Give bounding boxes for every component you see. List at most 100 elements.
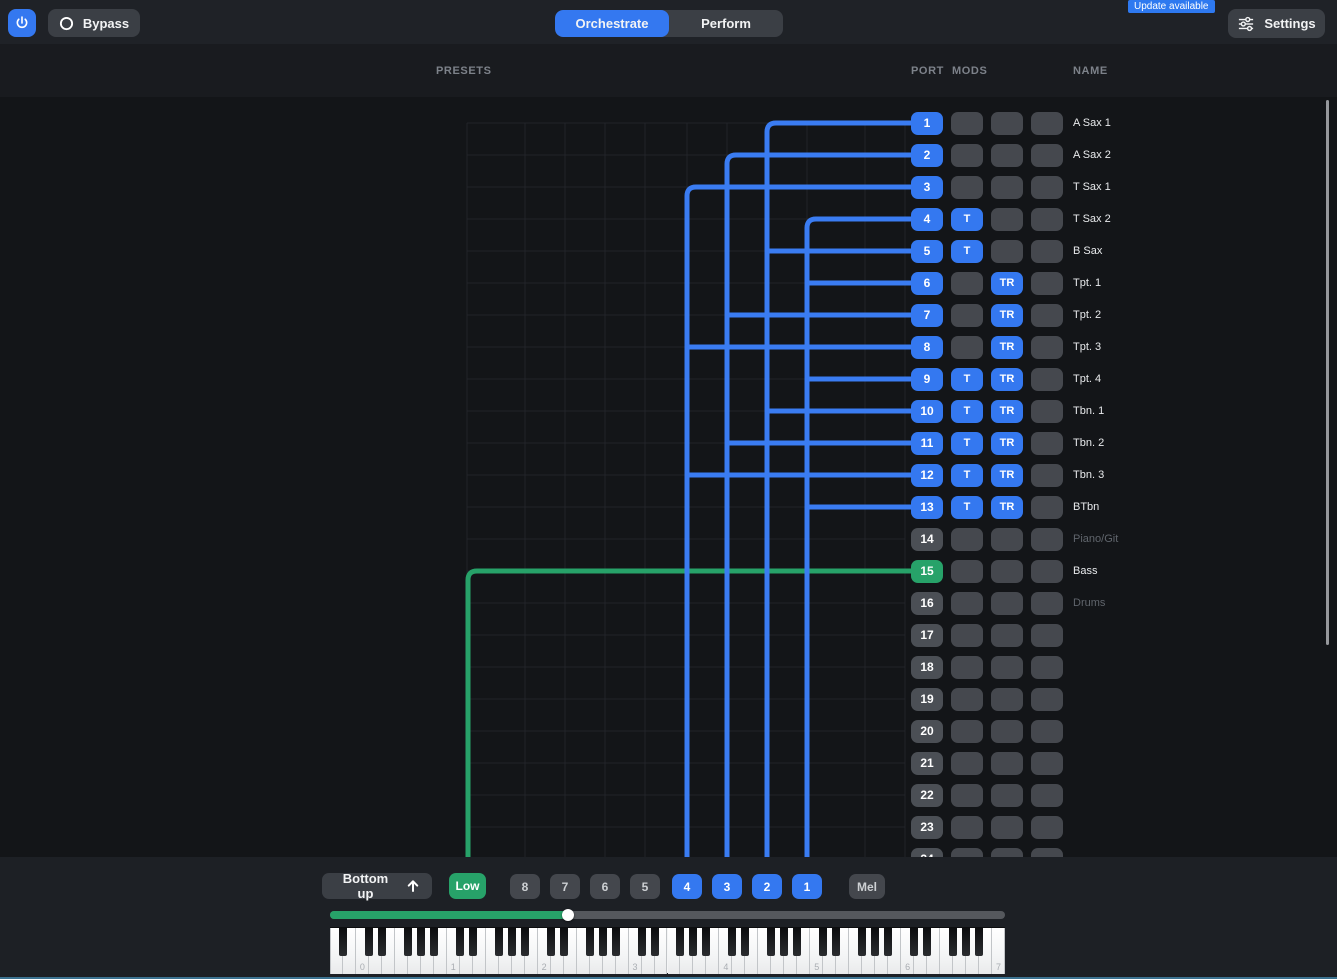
piano-black-key[interactable] <box>508 928 516 956</box>
port-number-badge[interactable]: 11 <box>911 432 943 455</box>
routing-line-zone-low[interactable] <box>468 571 916 857</box>
piano-black-key[interactable] <box>339 928 347 956</box>
mod-slot-empty[interactable] <box>991 720 1023 743</box>
tab-orchestrate[interactable]: Orchestrate <box>555 10 669 37</box>
keyboard-range-slider[interactable] <box>330 911 1005 919</box>
mod-slot-empty[interactable] <box>951 144 983 167</box>
settings-button[interactable]: Settings <box>1228 9 1325 38</box>
bypass-button[interactable]: Bypass <box>48 9 140 37</box>
mod-slot-empty[interactable] <box>951 784 983 807</box>
mod-slot-empty[interactable] <box>951 848 983 858</box>
port-number-badge[interactable]: 12 <box>911 464 943 487</box>
piano-black-key[interactable] <box>910 928 918 956</box>
piano-black-key[interactable] <box>495 928 503 956</box>
piano-black-key[interactable] <box>612 928 620 956</box>
mod-slot-empty[interactable] <box>1031 208 1063 231</box>
mod-button-tr[interactable]: TR <box>991 496 1023 519</box>
mod-button-tr[interactable]: TR <box>991 400 1023 423</box>
piano-black-key[interactable] <box>923 928 931 956</box>
piano-black-key[interactable] <box>469 928 477 956</box>
mod-slot-empty[interactable] <box>991 624 1023 647</box>
port-number-badge[interactable]: 16 <box>911 592 943 615</box>
mod-button-t[interactable]: T <box>951 432 983 455</box>
mod-slot-empty[interactable] <box>1031 560 1063 583</box>
port-number-badge[interactable]: 13 <box>911 496 943 519</box>
mod-slot-empty[interactable] <box>991 784 1023 807</box>
mod-slot-empty[interactable] <box>951 752 983 775</box>
mod-slot-empty[interactable] <box>1031 400 1063 423</box>
port-number-badge[interactable]: 21 <box>911 752 943 775</box>
mod-button-tr[interactable]: TR <box>991 432 1023 455</box>
mod-slot-empty[interactable] <box>991 688 1023 711</box>
mod-slot-empty[interactable] <box>991 176 1023 199</box>
piano-black-key[interactable] <box>651 928 659 956</box>
mod-slot-empty[interactable] <box>991 592 1023 615</box>
mod-slot-empty[interactable] <box>991 144 1023 167</box>
piano-black-key[interactable] <box>417 928 425 956</box>
mod-slot-empty[interactable] <box>951 112 983 135</box>
mod-slot-empty[interactable] <box>951 816 983 839</box>
mod-slot-empty[interactable] <box>1031 624 1063 647</box>
piano-black-key[interactable] <box>793 928 801 956</box>
port-number-badge[interactable]: 18 <box>911 656 943 679</box>
mod-slot-empty[interactable] <box>1031 752 1063 775</box>
piano-black-key[interactable] <box>547 928 555 956</box>
mod-button-tr[interactable]: TR <box>991 304 1023 327</box>
mod-slot-empty[interactable] <box>951 272 983 295</box>
piano-black-key[interactable] <box>962 928 970 956</box>
piano-black-key[interactable] <box>430 928 438 956</box>
mod-button-t[interactable]: T <box>951 368 983 391</box>
routing-line-zone-2[interactable] <box>765 123 917 857</box>
note-order-button[interactable]: Bottom up <box>322 873 432 899</box>
mod-slot-empty[interactable] <box>1031 496 1063 519</box>
piano-black-key[interactable] <box>949 928 957 956</box>
piano-black-key[interactable] <box>378 928 386 956</box>
piano-black-key[interactable] <box>689 928 697 956</box>
mod-slot-empty[interactable] <box>1031 272 1063 295</box>
mod-slot-empty[interactable] <box>991 656 1023 679</box>
piano-black-key[interactable] <box>871 928 879 956</box>
mod-button-tr[interactable]: TR <box>991 464 1023 487</box>
port-number-badge[interactable]: 19 <box>911 688 943 711</box>
port-number-badge[interactable]: 6 <box>911 272 943 295</box>
mod-slot-empty[interactable] <box>1031 112 1063 135</box>
port-number-badge[interactable]: 8 <box>911 336 943 359</box>
port-number-badge[interactable]: 20 <box>911 720 943 743</box>
mod-slot-empty[interactable] <box>951 560 983 583</box>
mod-slot-empty[interactable] <box>991 848 1023 858</box>
zone-button-7[interactable]: 7 <box>550 874 580 899</box>
mod-slot-empty[interactable] <box>1031 528 1063 551</box>
mod-slot-empty[interactable] <box>951 592 983 615</box>
port-number-badge[interactable]: 23 <box>911 816 943 839</box>
routing-line-zone-4[interactable] <box>685 187 917 857</box>
port-number-badge[interactable]: 1 <box>911 112 943 135</box>
mod-slot-empty[interactable] <box>991 816 1023 839</box>
port-number-badge[interactable]: 24 <box>911 848 943 858</box>
mod-slot-empty[interactable] <box>951 304 983 327</box>
piano-black-key[interactable] <box>832 928 840 956</box>
mod-slot-empty[interactable] <box>1031 240 1063 263</box>
piano-black-key[interactable] <box>560 928 568 956</box>
zone-button-8[interactable]: 8 <box>510 874 540 899</box>
piano-black-key[interactable] <box>676 928 684 956</box>
port-number-badge[interactable]: 15 <box>911 560 943 583</box>
piano-black-key[interactable] <box>780 928 788 956</box>
mod-slot-empty[interactable] <box>1031 656 1063 679</box>
mod-slot-empty[interactable] <box>1031 336 1063 359</box>
mod-slot-empty[interactable] <box>991 560 1023 583</box>
mod-slot-empty[interactable] <box>991 208 1023 231</box>
mod-button-tr[interactable]: TR <box>991 368 1023 391</box>
mod-slot-empty[interactable] <box>1031 816 1063 839</box>
tab-perform[interactable]: Perform <box>669 10 783 37</box>
mod-slot-empty[interactable] <box>1031 592 1063 615</box>
piano-black-key[interactable] <box>767 928 775 956</box>
mod-slot-empty[interactable] <box>991 112 1023 135</box>
piano-black-key[interactable] <box>404 928 412 956</box>
mod-slot-empty[interactable] <box>1031 176 1063 199</box>
mod-button-t[interactable]: T <box>951 208 983 231</box>
mod-slot-empty[interactable] <box>1031 784 1063 807</box>
mod-slot-empty[interactable] <box>1031 368 1063 391</box>
zone-button-3[interactable]: 3 <box>712 874 742 899</box>
piano-black-key[interactable] <box>702 928 710 956</box>
mod-slot-empty[interactable] <box>991 752 1023 775</box>
